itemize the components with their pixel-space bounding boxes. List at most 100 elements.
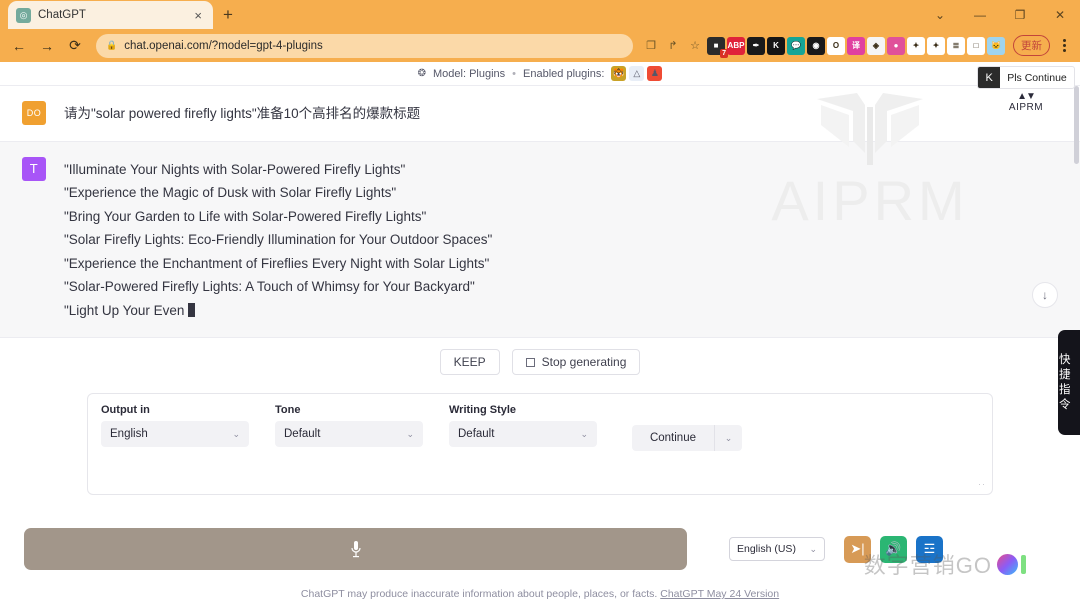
page-scrollbar[interactable]	[1073, 86, 1080, 286]
red-plugin-icon[interactable]: ♟	[647, 66, 663, 81]
minimize-button[interactable]: —	[960, 0, 1000, 29]
address-bar[interactable]: 🔒 chat.openai.com/?model=gpt-4-plugins	[96, 33, 633, 58]
separator-dot: •	[512, 67, 517, 80]
output-language-select[interactable]: English ⌄	[101, 421, 249, 447]
tone-select[interactable]: Default ⌄	[275, 421, 423, 447]
speech-language-select[interactable]: English (US) ⌄	[729, 537, 825, 561]
back-icon[interactable]: ←	[6, 33, 32, 59]
scroll-to-bottom-button[interactable]: ↓	[1032, 282, 1058, 308]
user-avatar: DO	[22, 101, 46, 125]
translate-page-icon[interactable]: ❐	[641, 36, 661, 56]
quick-commands-char: 令	[1059, 398, 1071, 411]
chat-bubble-extension[interactable]: 💬	[787, 36, 805, 55]
lock-icon: 🔒	[106, 40, 118, 50]
message-divider-bottom	[0, 337, 1080, 338]
update-button[interactable]: 更新	[1013, 35, 1050, 56]
chevron-down-icon: ⌄	[580, 428, 588, 439]
composer-button-group: ➤| 🔊 ☲	[835, 535, 943, 563]
maximize-button[interactable]: ❐	[1000, 0, 1040, 29]
tone-select-value: Default	[284, 428, 321, 440]
reading-list-icon[interactable]: ≣	[947, 36, 965, 55]
version-link[interactable]: ChatGPT May 24 Version	[660, 588, 779, 600]
chrome-menu-icon[interactable]	[1054, 39, 1074, 52]
aiprm-logo-word: AIPRM	[1008, 102, 1044, 113]
close-window-button[interactable]: ✕	[1040, 0, 1080, 29]
kicon-extension[interactable]: K	[767, 36, 785, 55]
quick-commands-tab[interactable]: 快捷指令	[1058, 330, 1080, 435]
assistant-line: "Solar Firefly Lights: Eco-Friendly Illu…	[64, 232, 493, 247]
message-assistant: T "Illuminate Your Nights with Solar-Pow…	[0, 93, 1080, 337]
plugin-puzzle-icon: ❂	[417, 68, 427, 79]
panel-resize-grip[interactable]: ··	[978, 479, 986, 489]
tab-strip: ◎ ChatGPT × + ⌄ — ❐ ✕	[0, 0, 1080, 29]
output-language-select-label: Output in	[101, 404, 150, 416]
dark-square-extension[interactable]: ◉	[807, 36, 825, 55]
page-content: ❂ Model: Plugins • Enabled plugins: 🐯 △ ♟ …	[0, 62, 1080, 608]
assistant-line: "Light Up Your Even	[64, 299, 492, 323]
writing-style-select-field: Writing Style Default ⌄	[449, 404, 597, 447]
tone-select-label: Tone	[275, 404, 301, 416]
output-language-select-value: English	[110, 428, 148, 440]
tab-search-chevron-icon[interactable]: ⌄	[920, 0, 960, 29]
arrow-down-icon: ↓	[1042, 288, 1048, 302]
share-icon[interactable]: ↱	[663, 36, 683, 56]
window-controls: ⌄ — ❐ ✕	[920, 0, 1080, 29]
disclaimer-text: ChatGPT may produce inaccurate informati…	[300, 588, 658, 600]
browser-chrome: ◎ ChatGPT × + ⌄ — ❐ ✕ ← → ⟳ 🔒 chat.opena…	[0, 0, 1080, 62]
puzzle-extensions-icon[interactable]: ✦	[927, 36, 945, 55]
openai-extension[interactable]: ◈	[867, 36, 885, 55]
adblock-plus-extension[interactable]: ABP	[727, 36, 745, 55]
keep-button[interactable]: KEEP	[439, 349, 500, 375]
tab-manager-extension[interactable]: ■ 7	[707, 36, 728, 58]
enabled-plugin-icons: 🐯 △ ♟	[611, 66, 663, 81]
assistant-avatar: T	[22, 156, 46, 181]
sidepanel-icon[interactable]: □	[967, 36, 985, 55]
pls-continue-button[interactable]: Pls Continue	[1000, 72, 1074, 84]
profile-avatar-icon[interactable]: 🐱	[987, 36, 1005, 55]
continue-button-group: Continue ⌄	[631, 425, 742, 451]
send-voice-button[interactable]: ➤|	[844, 535, 871, 563]
tiger-plugin-icon[interactable]: 🐯	[611, 66, 627, 81]
continue-button[interactable]: Continue	[632, 425, 714, 451]
aiprm-options-panel: Output in English ⌄ Tone Default ⌄ Writing Sty…	[87, 393, 993, 495]
green-tool-extension[interactable]: ✒	[747, 36, 765, 55]
assistant-line: "Illuminate Your Nights with Solar-Power…	[64, 161, 406, 177]
browser-tab-chatgpt[interactable]: ◎ ChatGPT ×	[8, 1, 213, 29]
composer-row: English (US) ⌄ ➤| 🔊 ☲	[0, 528, 1080, 570]
bookmark-star-icon[interactable]: ☆	[685, 36, 705, 56]
forward-icon[interactable]: →	[34, 33, 60, 59]
model-plugin-bar: ❂ Model: Plugins • Enabled plugins: 🐯 △ ♟	[0, 62, 1080, 86]
tone-select-field: Tone Default ⌄	[275, 404, 423, 447]
aiprm-pls-continue-widget: K Pls Continue ▲▼ AIPRM	[977, 66, 1075, 113]
stop-generating-button[interactable]: Stop generating	[511, 349, 641, 375]
keep-button-label: KEEP	[453, 355, 486, 369]
triangle-plugin-icon[interactable]: △	[629, 66, 645, 81]
chevron-down-icon: ⌄	[232, 428, 240, 439]
conversation: DO 请为"solar powered firefly lights"准备10个…	[0, 86, 1080, 338]
enabled-plugins-label: Enabled plugins:	[523, 67, 605, 80]
tab-title: ChatGPT	[38, 9, 86, 21]
tab-close-icon[interactable]: ×	[191, 8, 205, 23]
output-language-select-field: Output in English ⌄	[101, 404, 249, 447]
assistant-message-text: "Illuminate Your Nights with Solar-Power…	[64, 157, 492, 323]
stop-square-icon	[525, 357, 535, 367]
model-label: Model: Plugins	[433, 67, 506, 80]
aiprm-k-icon: K	[978, 67, 1001, 88]
sparkle-extension[interactable]: ✦	[907, 36, 925, 55]
omnibox-actions: ❐ ↱ ☆	[641, 36, 705, 56]
opera-o-extension[interactable]: O	[827, 36, 845, 55]
aiprm-field-group: Output in English ⌄ Tone Default ⌄ Writing Sty…	[101, 404, 623, 447]
voice-input-bar[interactable]	[24, 528, 687, 570]
translate-extension[interactable]: 译	[847, 36, 865, 55]
writing-style-select-label: Writing Style	[449, 404, 517, 416]
settings-sliders-button[interactable]: ☲	[916, 535, 943, 563]
user-message-text: 请为"solar powered firefly lights"准备10个高排名…	[64, 106, 421, 121]
reload-icon[interactable]: ⟳	[62, 33, 88, 59]
colorful-brain-extension[interactable]: ●	[887, 36, 905, 55]
quick-commands-char: 捷	[1059, 368, 1071, 381]
writing-style-select[interactable]: Default ⌄	[449, 421, 597, 447]
navigation-toolbar: ← → ⟳ 🔒 chat.openai.com/?model=gpt-4-plu…	[0, 29, 1080, 62]
continue-dropdown-chevron-icon[interactable]: ⌄	[714, 425, 742, 451]
speaker-button[interactable]: 🔊	[880, 535, 907, 563]
new-tab-button[interactable]: +	[223, 5, 233, 25]
